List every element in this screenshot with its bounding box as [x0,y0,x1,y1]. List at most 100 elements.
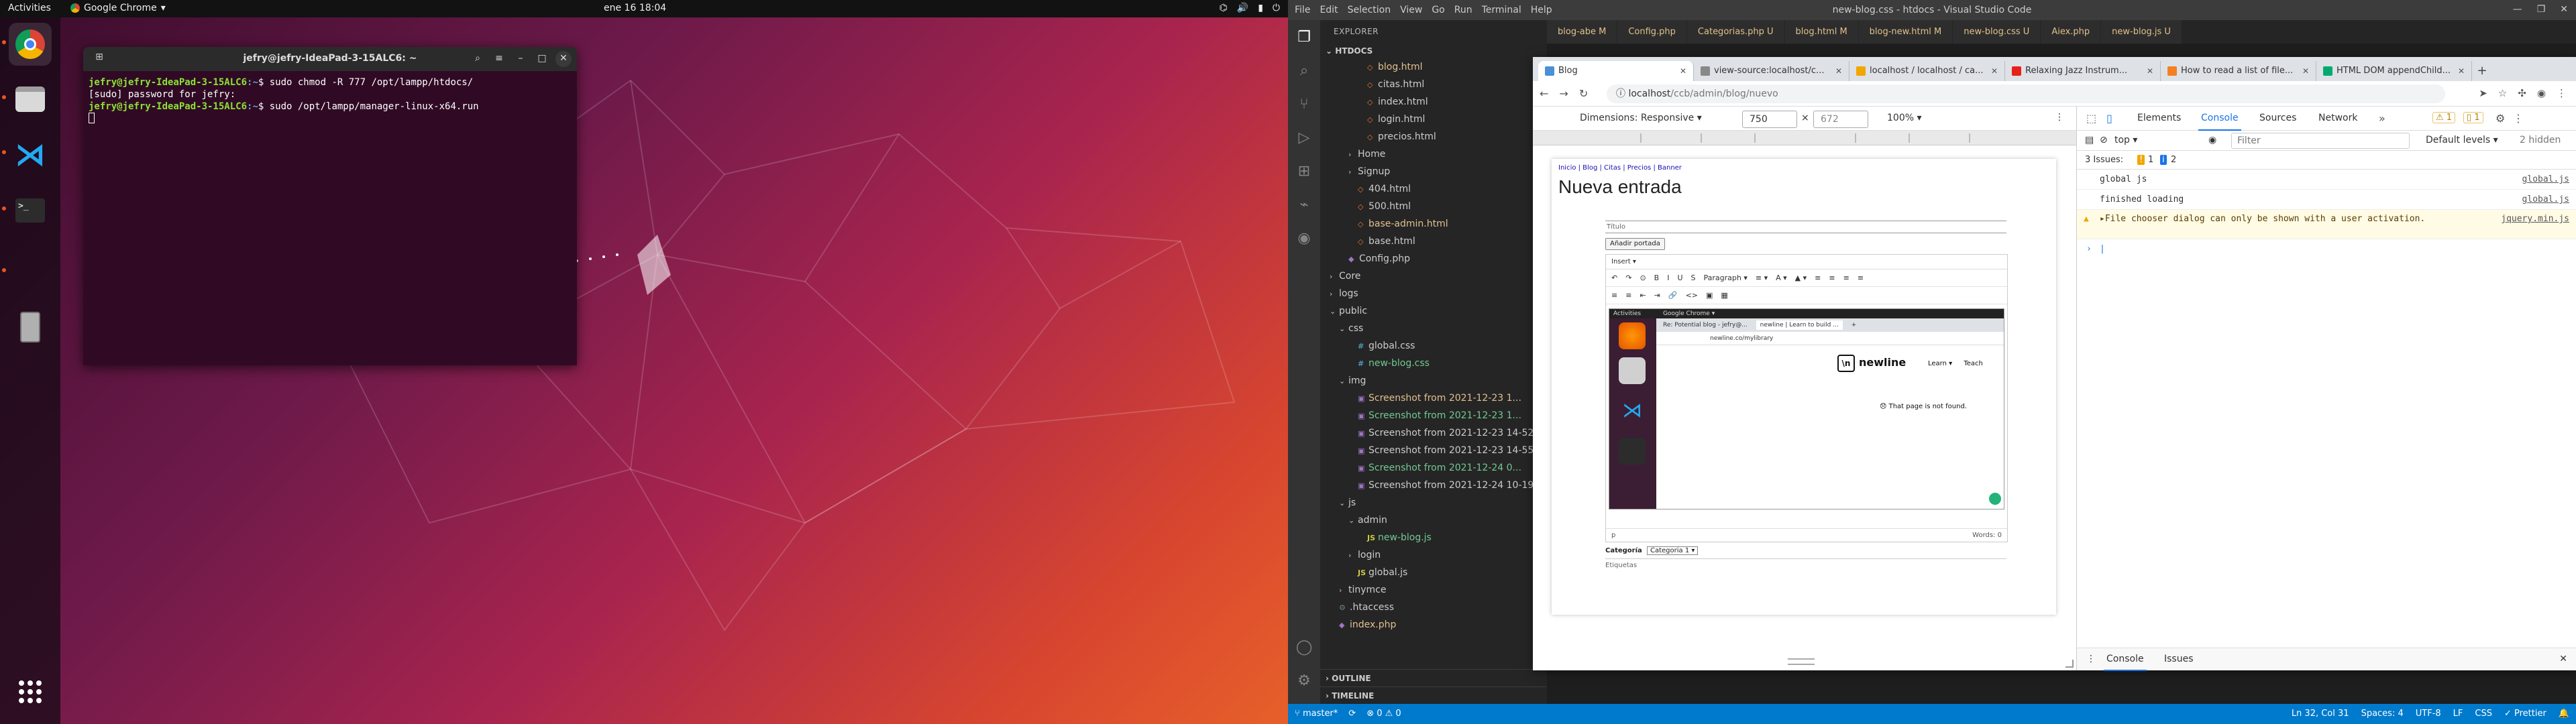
close-tab-icon[interactable]: ✕ [1680,61,1686,81]
editor-toolbar-button[interactable]: ↷ [1625,274,1631,282]
log-levels-select[interactable]: Default levels ▾ [2426,135,2498,145]
browser-tab[interactable]: How to read a list of file... ✕ [2161,61,2316,81]
system-tray[interactable]: ⌬ 🔊 ▮ ⏻ [1220,3,1280,13]
editor-toolbar-button[interactable]: ≡ [1858,274,1864,282]
tree-item[interactable]: ◇base-admin.htmlM [1320,215,1547,233]
add-cover-button[interactable]: Añadir portada [1605,238,1665,250]
more-tabs-icon[interactable]: » [2379,112,2385,125]
tree-item[interactable]: ◇ 404.html [1320,180,1547,198]
clock[interactable]: ene 16 18:04 [604,3,666,13]
indentation[interactable]: Spaces: 4 [2361,709,2404,719]
title-input[interactable]: Título [1607,223,1625,231]
remote-icon[interactable]: ⌁ [1293,194,1315,216]
timeline-section[interactable]: › TIMELINE [1320,686,1547,704]
tab-sources[interactable]: Sources [2259,113,2296,123]
editor-toolbar-button[interactable]: ≡ [1815,274,1821,282]
extensions-icon[interactable]: ⊞ [1293,161,1315,182]
context-select[interactable]: top ▾ [2114,135,2137,145]
tree-item[interactable]: › login [1320,546,1547,564]
back-icon[interactable]: ← [1540,87,1548,100]
editor-toolbar-button[interactable]: A ▾ [1776,274,1787,282]
tree-item[interactable]: › Home [1320,145,1547,163]
close-icon[interactable]: ✕ [2559,654,2567,664]
settings-gear-icon[interactable]: ⚙ [2496,112,2505,125]
tree-item[interactable]: # global.css [1320,337,1547,355]
tree-item[interactable]: ◇ index.html [1320,93,1547,111]
extensions-puzzle-icon[interactable]: ✣ [2518,87,2526,99]
editor-toolbar-button[interactable]: ⇤ [1640,291,1646,300]
tree-item[interactable]: ⌄ css [1320,320,1547,337]
close-tab-icon[interactable]: ✕ [2458,61,2465,81]
editor-toolbar-button[interactable]: ▦ [1721,291,1727,300]
tree-item[interactable]: ⌄ js [1320,494,1547,511]
editor-tab[interactable]: Categorias.php U [1686,20,1785,44]
editor-tab[interactable]: blog.html M [1784,20,1859,44]
media-query-bar[interactable] [1533,131,2076,145]
console-filter-input[interactable]: Filter [2231,133,2410,149]
console-log-entry[interactable]: global js global.js [2077,170,2576,190]
clear-console-icon[interactable]: ⊘ [2100,135,2108,145]
tree-item[interactable]: ▣Screenshot from 2021-12-24 0...U [1320,459,1547,477]
editor-tab[interactable]: blog-new.html M [1858,20,1953,44]
language-mode[interactable]: CSS [2475,709,2492,719]
maximize-icon[interactable]: □ [534,51,550,67]
editor-tab[interactable]: new-blog.css U [1953,20,2041,44]
outline-section[interactable]: › OUTLINE [1320,669,1547,686]
sync-icon[interactable]: ⟳ [1348,709,1356,719]
tree-item[interactable]: ◇ base.html [1320,233,1547,250]
drawer-tab-issues[interactable]: Issues [2164,654,2194,664]
close-tab-icon[interactable]: ✕ [2302,61,2309,81]
browser-tab[interactable]: Relaxing Jazz Instrum... ✕ [2005,61,2161,81]
tree-item[interactable]: ⌄ public [1320,302,1547,320]
end-of-line[interactable]: LF [2453,709,2463,719]
search-icon[interactable]: ⌕ [1293,60,1315,82]
tree-item[interactable]: #new-blog.cssU [1320,355,1547,372]
close-tab-icon[interactable]: ✕ [1835,61,1842,81]
settings-gear-icon[interactable]: ⚙ [1293,670,1315,692]
address-bar[interactable]: ⓘ localhost/ccb/admin/blog/nuevo [1607,84,2445,103]
reload-icon[interactable]: ↻ [1579,87,1588,100]
profile-avatar[interactable]: ◉ [2537,87,2546,99]
tree-item[interactable]: ⚙ .htaccess [1320,599,1547,616]
tree-item[interactable]: ◆ Config.php [1320,250,1547,267]
tree-item[interactable]: › Signup [1320,163,1547,180]
editor-toolbar-button[interactable]: <> [1686,291,1698,300]
tree-item[interactable]: ◇blog.htmlM [1320,58,1547,76]
dimensions-select[interactable]: Dimensions: Responsive ▾ [1580,113,1702,123]
device-toggle-icon[interactable]: ▯ [2106,112,2112,125]
tree-item[interactable]: ◇ 500.html [1320,198,1547,215]
inspect-icon[interactable]: ⬚ [2086,112,2096,125]
new-tab-button[interactable]: + [2472,61,2492,81]
zoom-select[interactable]: 100% ▾ [1887,113,1922,123]
category-select[interactable]: Categoria 1 ▾ [1646,546,1699,555]
tree-item[interactable]: ▣ Screenshot from 2021-12-24 10-19-... [1320,477,1547,494]
viewport-height-input[interactable]: 672 [1813,111,1868,128]
browser-tab[interactable]: localhost / localhost / ca... ✕ [1849,61,2005,81]
editor-toolbar-button[interactable]: ≡ [1829,274,1835,282]
editor-toolbar-button[interactable]: ≡ ▾ [1756,274,1768,282]
terminal-titlebar[interactable]: ⊞ jefry@jefry-IdeaPad-3-15ALC6: ~ ⌕ ≡ – … [83,47,577,71]
embedded-screenshot[interactable]: Activities Google Chrome ▾ ⋊ Re: Potenti… [1609,308,2004,509]
editor-toolbar-button[interactable]: 🔗 [1668,291,1678,300]
tree-item[interactable]: ▣ Screenshot from 2021-12-23 14-52-... [1320,424,1547,442]
tree-item[interactable]: ◇ precios.html [1320,128,1547,145]
kebab-menu-icon[interactable]: ⋮ [2086,654,2096,664]
log-source-link[interactable]: global.js [2522,190,2569,210]
docker-icon[interactable]: ◉ [1293,228,1315,249]
editor-toolbar-button[interactable]: ▲ ▾ [1795,274,1807,282]
editor-toolbar-button[interactable]: ▣ [1706,291,1713,300]
minimize-icon[interactable]: – [513,51,529,67]
eye-icon[interactable]: ◉ [2208,135,2216,145]
tree-item[interactable]: ⌄ img [1320,372,1547,389]
dock-chrome[interactable] [9,23,52,66]
editor-toolbar-button[interactable]: B [1654,274,1660,282]
tree-item[interactable]: › tinymce [1320,581,1547,599]
warning-badge[interactable]: ⚠ 1 [2432,112,2456,123]
cursor-position[interactable]: Ln 32, Col 31 [2292,709,2349,719]
editor-tab[interactable]: blog-abe M [1547,20,1618,44]
hamburger-menu-icon[interactable]: ≡ [491,51,507,67]
close-icon[interactable]: ✕ [2560,4,2568,15]
rich-text-editor[interactable]: Insert ▾ ↶ ↷ ⊙ B I U S Paragraph ▾ ≡ ▾ A ▾ ▲ ▾ ≡ ≡ ≡ ≡… [1605,254,2008,542]
prettier-status[interactable]: ✓ Prettier [2504,709,2546,719]
dock-files[interactable] [9,78,52,121]
